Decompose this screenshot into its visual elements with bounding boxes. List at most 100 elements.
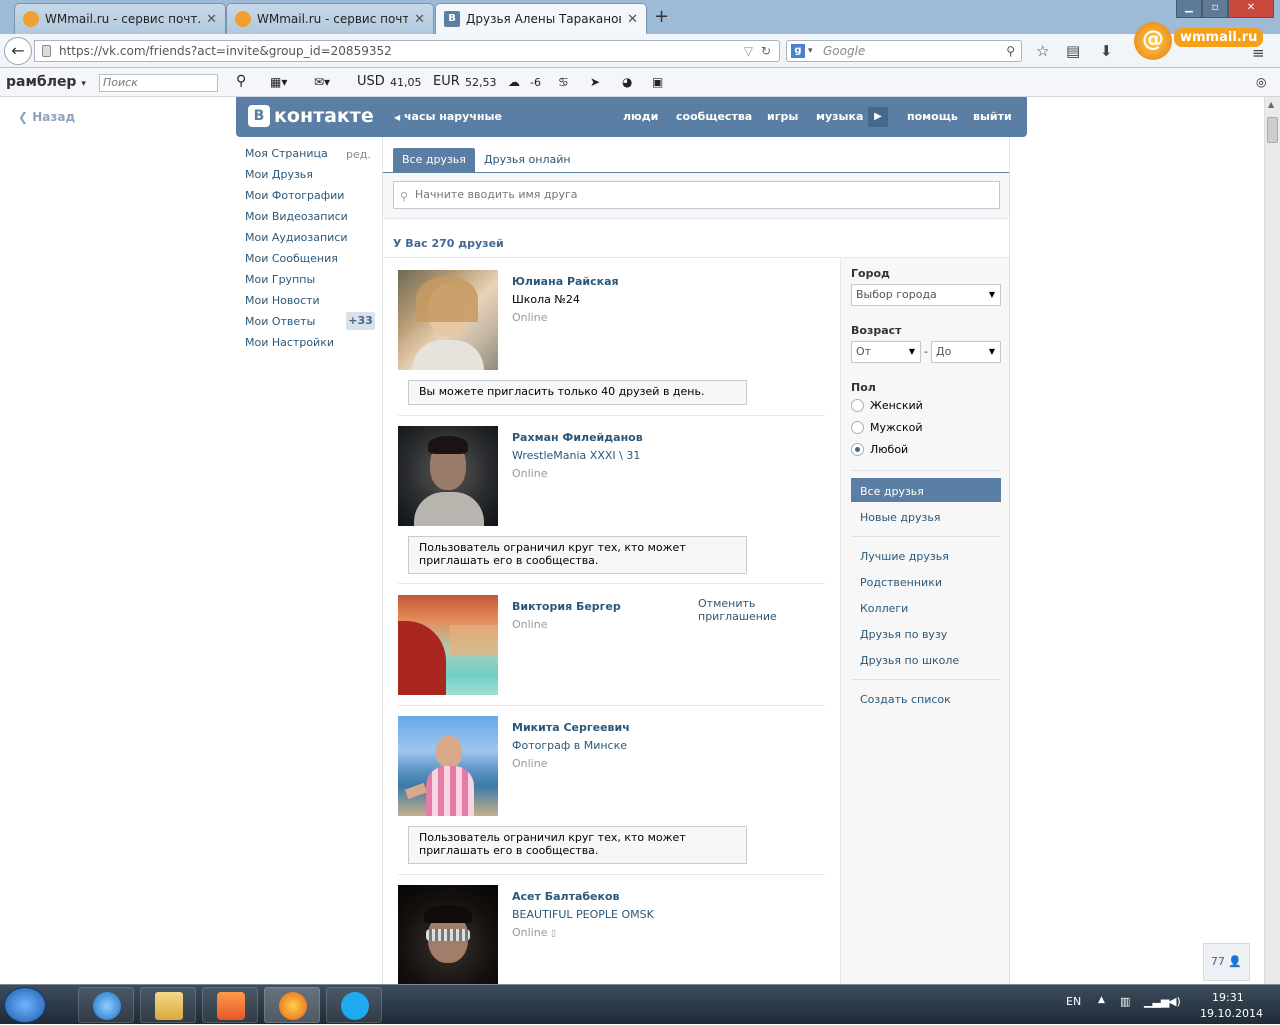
- nav-people[interactable]: люди: [623, 110, 658, 123]
- scroll-thumb[interactable]: [1267, 117, 1278, 143]
- gender-female-radio[interactable]: Женский: [851, 399, 923, 412]
- create-list-link[interactable]: Создать список: [860, 693, 951, 706]
- nav-logout[interactable]: выйти: [973, 110, 1012, 123]
- taskbar-firefox[interactable]: [264, 987, 320, 1023]
- minimize-button[interactable]: ▁: [1176, 0, 1202, 18]
- cloud-icon[interactable]: ☁: [508, 75, 520, 89]
- menu-my-page[interactable]: Моя Страница: [245, 147, 328, 160]
- back-button[interactable]: ←: [4, 37, 32, 65]
- volume-icon[interactable]: ◀): [1168, 995, 1181, 1008]
- settings-icon[interactable]: ◎: [1256, 75, 1266, 89]
- friend-info[interactable]: WrestleMania XXXI \ 31: [512, 449, 640, 462]
- age-to-select[interactable]: До ▼: [931, 341, 1001, 363]
- page-scrollbar[interactable]: ▲: [1264, 97, 1280, 984]
- friend-photo[interactable]: [398, 716, 498, 816]
- start-button[interactable]: [4, 987, 46, 1023]
- taskbar-media[interactable]: [202, 987, 258, 1023]
- signal-icon[interactable]: ▁▃▅: [1144, 995, 1169, 1008]
- friend-photo[interactable]: [398, 885, 498, 984]
- list-relatives[interactable]: Родственники: [860, 576, 942, 589]
- menu-my-messages[interactable]: Мои Сообщения: [245, 252, 338, 265]
- reload-icon[interactable]: ↻: [761, 41, 771, 61]
- browser-tab-1[interactable]: WMmail.ru - сервис почт... ✕: [14, 3, 226, 34]
- bookmark-star-icon[interactable]: ☆: [1036, 42, 1049, 60]
- url-bar[interactable]: https://vk.com/friends?act=invite&group_…: [34, 40, 780, 62]
- pacman-icon[interactable]: ◕: [622, 75, 632, 89]
- friend-photo[interactable]: [398, 595, 498, 695]
- taskbar-skype[interactable]: [326, 987, 382, 1023]
- send-icon[interactable]: ➤: [590, 75, 600, 89]
- menu-my-groups[interactable]: Мои Группы: [245, 273, 315, 286]
- friend-info[interactable]: Фотограф в Минске: [512, 739, 627, 752]
- friend-name[interactable]: Асет Балтабеков: [512, 890, 620, 903]
- friend-info[interactable]: BEAUTIFUL PEOPLE OMSK: [512, 908, 654, 921]
- news-icon[interactable]: ▦▾: [270, 75, 287, 89]
- list-colleagues[interactable]: Коллеги: [860, 602, 908, 615]
- search-icon[interactable]: ⚲: [1006, 41, 1015, 61]
- nav-communities[interactable]: сообщества: [676, 110, 752, 123]
- ticket-icon[interactable]: ▣: [652, 75, 663, 89]
- clock-date[interactable]: 19.10.2014: [1200, 1007, 1263, 1020]
- nav-help[interactable]: помощь: [907, 110, 958, 123]
- cancel-invite-link[interactable]: Отменить приглашение: [698, 597, 825, 623]
- browser-tab-2[interactable]: WMmail.ru - сервис почт... ✕: [226, 3, 434, 34]
- back-link[interactable]: ❮ Назад: [18, 110, 75, 124]
- horoscope-icon[interactable]: ♋: [558, 75, 569, 89]
- header-status[interactable]: ◀ часы наручные: [394, 110, 502, 123]
- search-icon[interactable]: ⚲: [236, 73, 246, 89]
- nav-music[interactable]: музыка: [816, 110, 863, 123]
- close-tab-icon[interactable]: ✕: [206, 12, 217, 27]
- city-select[interactable]: Выбор города ▼: [851, 284, 1001, 306]
- edit-link[interactable]: ред.: [346, 148, 371, 161]
- engine-dropdown-icon[interactable]: ▾: [808, 41, 813, 61]
- clock-time[interactable]: 19:31: [1212, 991, 1244, 1004]
- list-new-friends[interactable]: Новые друзья: [860, 511, 940, 524]
- close-window-button[interactable]: ✕: [1228, 0, 1274, 18]
- rambler-logo[interactable]: рамблер ▾: [6, 74, 86, 90]
- online-counter[interactable]: 77 👤: [1203, 943, 1250, 981]
- tray-expand-icon[interactable]: ▲: [1098, 995, 1105, 1005]
- list-all-friends[interactable]: Все друзья: [860, 485, 924, 498]
- usd-label[interactable]: USD: [357, 74, 385, 89]
- menu-my-settings[interactable]: Мои Настройки: [245, 336, 334, 349]
- menu-my-photos[interactable]: Мои Фотографии: [245, 189, 344, 202]
- nav-games[interactable]: игры: [767, 110, 798, 123]
- bookmarks-list-icon[interactable]: ▤: [1066, 42, 1080, 60]
- maximize-button[interactable]: ▫: [1202, 0, 1228, 18]
- age-from-select[interactable]: От ▼: [851, 341, 921, 363]
- gender-any-radio[interactable]: Любой: [851, 443, 908, 456]
- taskbar-explorer[interactable]: [140, 987, 196, 1023]
- browser-tab-3[interactable]: В Друзья Алены Тараканов... ✕: [435, 3, 647, 34]
- friend-name[interactable]: Рахман Филейданов: [512, 431, 643, 444]
- answers-count-badge[interactable]: +33: [346, 312, 375, 330]
- list-university-friends[interactable]: Друзья по вузу: [860, 628, 947, 641]
- tab-all-friends[interactable]: Все друзья: [393, 148, 475, 172]
- friend-search-input[interactable]: ⚲ Начните вводить имя друга: [393, 181, 1000, 209]
- friend-name[interactable]: Юлиана Райская: [512, 275, 619, 288]
- menu-my-answers[interactable]: Мои Ответы: [245, 315, 315, 328]
- close-tab-icon[interactable]: ✕: [414, 12, 425, 27]
- menu-my-news[interactable]: Мои Новости: [245, 294, 320, 307]
- new-tab-button[interactable]: +: [654, 6, 669, 27]
- search-engine-box[interactable]: g ▾ Google ⚲: [786, 40, 1022, 62]
- friend-name[interactable]: Микита Сергеевич: [512, 721, 630, 734]
- list-school-friends[interactable]: Друзья по школе: [860, 654, 959, 667]
- friend-name[interactable]: Виктория Бергер: [512, 600, 621, 613]
- close-tab-icon[interactable]: ✕: [627, 12, 638, 27]
- scroll-up-icon[interactable]: ▲: [1268, 100, 1274, 109]
- download-icon[interactable]: ⬇: [1100, 42, 1113, 60]
- rambler-search-input[interactable]: Поиск: [99, 74, 218, 92]
- tab-friends-online[interactable]: Друзья онлайн: [475, 148, 580, 172]
- menu-my-audio[interactable]: Мои Аудиозаписи: [245, 231, 348, 244]
- vk-logo[interactable]: В контакте: [248, 105, 374, 127]
- mail-icon[interactable]: ✉▾: [314, 75, 330, 89]
- play-icon[interactable]: ▶: [868, 107, 888, 127]
- friend-photo[interactable]: [398, 270, 498, 370]
- gender-male-radio[interactable]: Мужской: [851, 421, 922, 434]
- eur-label[interactable]: EUR: [433, 74, 460, 89]
- network-icon[interactable]: ▥: [1120, 995, 1130, 1008]
- friend-photo[interactable]: [398, 426, 498, 526]
- list-best-friends[interactable]: Лучшие друзья: [860, 550, 949, 563]
- taskbar-ie[interactable]: [78, 987, 134, 1023]
- menu-my-friends[interactable]: Мои Друзья: [245, 168, 313, 181]
